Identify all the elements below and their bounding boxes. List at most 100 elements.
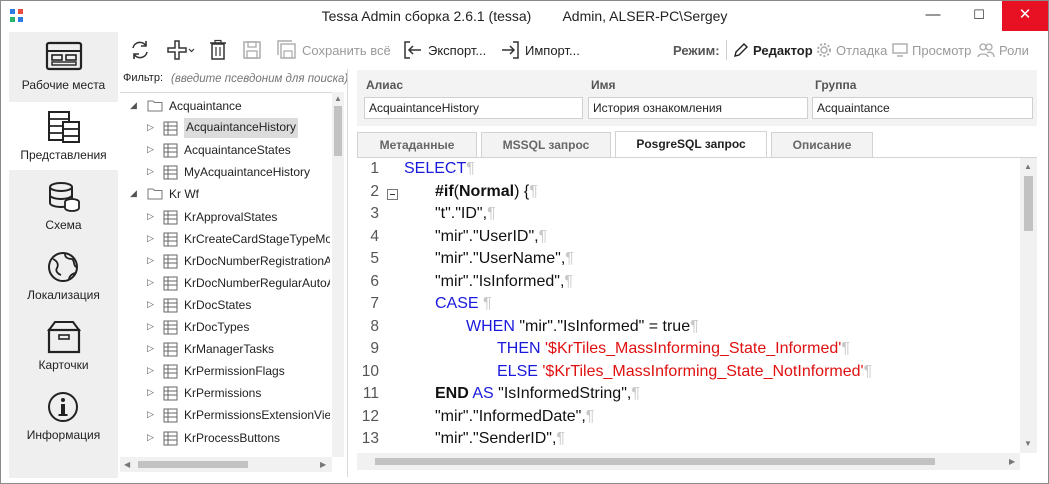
scroll-up-icon[interactable]: ▲ — [334, 94, 342, 103]
collapsed-arrow-icon[interactable]: ▷ — [147, 144, 154, 155]
collapsed-arrow-icon[interactable]: ▷ — [147, 211, 154, 222]
mode-roles-button[interactable]: Роли — [977, 36, 1029, 64]
mode-preview-button[interactable]: Просмотр — [892, 36, 971, 64]
keyword-token: THEN — [497, 340, 545, 357]
line-number: 5 — [370, 250, 379, 267]
collapsed-arrow-icon[interactable]: ▷ — [147, 299, 154, 310]
collapsed-arrow-icon[interactable]: ▷ — [147, 255, 154, 266]
collapsed-arrow-icon[interactable]: ▷ — [147, 343, 154, 354]
close-button[interactable]: ✕ — [1002, 1, 1048, 31]
tree-item[interactable]: ▷ KrDocTypes — [120, 316, 334, 338]
scroll-right-icon[interactable]: ▶ — [1009, 457, 1015, 466]
expanded-arrow-icon[interactable]: ◢ — [130, 188, 137, 199]
editor-vertical-scrollbar[interactable]: ▲ ▼ — [1020, 158, 1037, 453]
view-properties: Алиас AcquaintanceHistory Имя История оз… — [357, 70, 1037, 126]
collapsed-arrow-icon[interactable]: ▷ — [147, 365, 154, 376]
panel-splitter[interactable] — [347, 69, 348, 477]
mode-debug-button[interactable]: Отладка — [816, 36, 887, 64]
mode-editor-button[interactable]: Редактор — [733, 36, 813, 64]
tree-item[interactable]: ▷ KrProcessButtons — [120, 427, 334, 449]
scroll-thumb[interactable] — [375, 458, 935, 465]
refresh-icon — [132, 41, 148, 59]
tree-item[interactable]: ▷ KrApprovalStates — [120, 206, 334, 228]
editor-horizontal-scrollbar[interactable]: ▶ — [357, 453, 1020, 470]
tree-item[interactable]: ▷ AcquaintanceHistory — [120, 117, 334, 139]
scroll-up-icon[interactable]: ▲ — [1024, 162, 1032, 171]
tree-horizontal-scrollbar[interactable]: ◀ ▶ — [120, 457, 332, 472]
tab-metadata[interactable]: Метаданные — [357, 132, 477, 158]
tree-group[interactable]: ◢ Kr Wf — [120, 183, 334, 205]
tree-item[interactable]: ▷ KrPermissionFlags — [120, 360, 334, 382]
tree-item[interactable]: ▷ KrCreateCardStageTypeMode — [120, 228, 334, 250]
tree-vertical-scrollbar[interactable]: ▲ — [332, 92, 344, 457]
save-all-button[interactable]: Сохранить всё — [276, 36, 391, 64]
scroll-thumb[interactable] — [138, 461, 248, 468]
collapsed-arrow-icon[interactable]: ▷ — [147, 277, 154, 288]
nav-item-info[interactable]: Информация — [9, 382, 118, 450]
tree-item[interactable]: ▷ MyAcquaintanceHistory — [120, 161, 334, 183]
scroll-right-icon[interactable]: ▶ — [320, 460, 326, 469]
view-table-icon — [163, 165, 178, 180]
scroll-left-icon[interactable]: ◀ — [124, 460, 130, 469]
collapsed-arrow-icon[interactable]: ▷ — [147, 122, 154, 133]
line-number: 10 — [361, 362, 379, 380]
maximize-button[interactable]: ☐ — [956, 1, 1002, 31]
tree-item-label: KrDocStates — [184, 297, 252, 312]
save-icon — [243, 41, 261, 59]
users-icon — [977, 43, 995, 58]
collapsed-arrow-icon[interactable]: ▷ — [147, 387, 154, 398]
scroll-thumb[interactable] — [334, 106, 342, 156]
code-line: SELECT¶ — [404, 160, 475, 178]
line-number: 4 — [370, 227, 379, 245]
collapsed-arrow-icon[interactable]: ▷ — [147, 321, 154, 332]
tree-item[interactable]: ▷ KrDocNumberRegistrationA — [120, 250, 334, 272]
monitor-icon — [892, 43, 908, 57]
tree-item[interactable]: ▷ KrManagerTasks — [120, 338, 334, 360]
scroll-down-icon[interactable]: ▼ — [1024, 439, 1032, 448]
keyword-token: ELSE — [497, 362, 543, 380]
tree-item-label: MyAcquaintanceHistory — [184, 165, 311, 180]
group-field[interactable]: Acquaintance — [812, 97, 1033, 119]
tree-item[interactable]: ▷ AcquaintanceStates — [120, 139, 334, 161]
tree-item[interactable]: ▷ KrPermissions — [120, 382, 334, 404]
expanded-arrow-icon[interactable]: ◢ — [130, 100, 137, 111]
nav-item-views[interactable]: Представления — [9, 102, 118, 170]
tree-item[interactable]: ▷ KrDocStates — [120, 294, 334, 316]
filter-input[interactable] — [171, 69, 351, 89]
code-line: END AS "IsInformedString",¶ — [435, 385, 640, 403]
save-button[interactable] — [241, 36, 267, 64]
nav-item-schema[interactable]: Схема — [9, 172, 118, 240]
sql-editor[interactable]: 1 SELECT¶ 2 #if(Normal) {¶ 3 "t"."ID",¶ 4 "mir"… — [357, 158, 1037, 476]
view-table-icon — [163, 342, 178, 357]
nav-item-localization[interactable]: Локализация — [9, 242, 118, 310]
delete-button[interactable] — [207, 36, 233, 64]
name-field[interactable]: История ознакомления — [588, 97, 808, 119]
tree-group[interactable]: ◢ Acquaintance — [120, 95, 334, 117]
tab-description[interactable]: Описание — [771, 132, 873, 158]
keyword-token: CASE — [435, 295, 484, 312]
collapsed-arrow-icon[interactable]: ▷ — [147, 409, 154, 420]
import-button[interactable]: Импорт... — [499, 36, 580, 64]
text-token: "IsInformedString", — [498, 385, 632, 402]
code-line: #if(Normal) {¶ — [435, 183, 538, 201]
tree-item[interactable]: ▷ KrDocNumberRegularAutoA — [120, 272, 334, 294]
tab-postgresql[interactable]: PosgreSQL запрос — [615, 131, 767, 158]
scroll-thumb[interactable] — [1024, 176, 1033, 231]
nav-item-workplaces[interactable]: Рабочие места — [9, 32, 118, 100]
nav-item-cards[interactable]: Карточки — [9, 312, 118, 380]
tree-item[interactable]: ▷ KrPermissionsExtensionView — [120, 404, 334, 426]
minimize-button[interactable]: — — [910, 1, 956, 31]
collapsed-arrow-icon[interactable]: ▷ — [147, 432, 154, 443]
add-button[interactable] — [166, 36, 200, 64]
refresh-button[interactable] — [129, 36, 155, 64]
export-button[interactable]: Экспорт... — [402, 36, 486, 64]
alias-field[interactable]: AcquaintanceHistory — [364, 97, 583, 119]
fold-toggle-icon[interactable] — [387, 188, 398, 200]
tab-mssql[interactable]: MSSQL запрос — [481, 132, 611, 158]
collapsed-arrow-icon[interactable]: ▷ — [147, 233, 154, 244]
tree-item-label: AcquaintanceHistory — [184, 118, 299, 139]
collapsed-arrow-icon[interactable]: ▷ — [147, 166, 154, 177]
code-line: ELSE '$KrTiles_MassInforming_State_NotIn… — [497, 363, 872, 381]
mode-preview-label: Просмотр — [912, 42, 972, 58]
text-token: ) { — [514, 182, 530, 200]
